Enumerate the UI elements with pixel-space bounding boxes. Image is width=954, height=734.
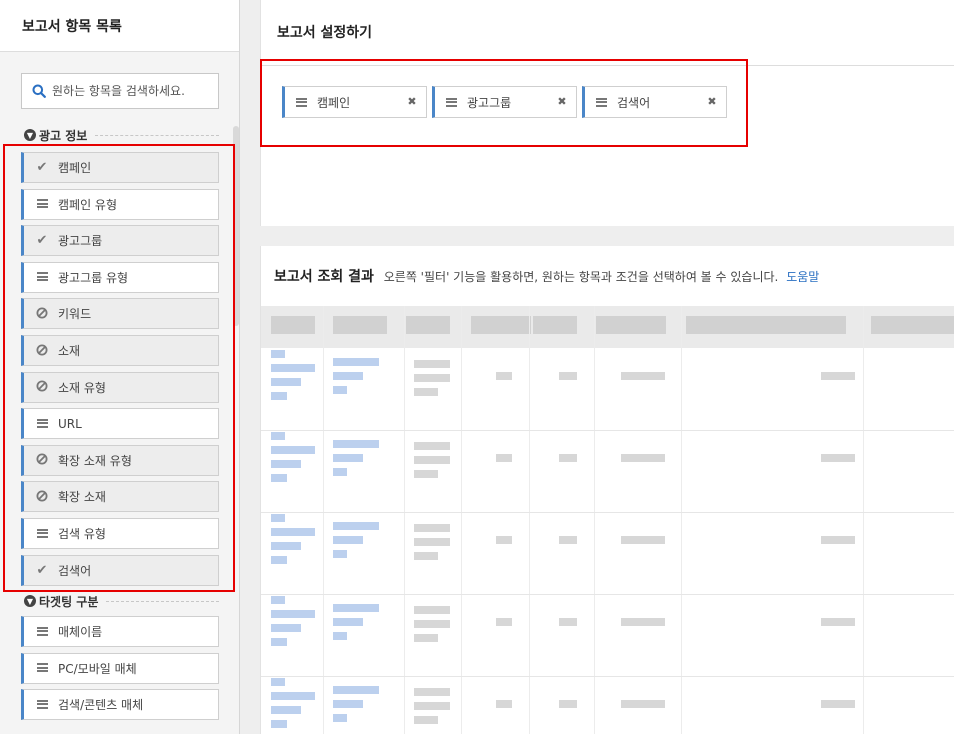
report-item-label: 키워드 [58, 307, 92, 322]
selected-item-chip[interactable]: 검색어 ✖ [582, 86, 727, 118]
selected-item-chip[interactable]: 광고그룹 ✖ [432, 86, 577, 118]
item-search-input[interactable] [52, 84, 212, 98]
report-item-label: 검색/콘텐츠 매체 [58, 698, 144, 713]
report-item-label: 캠페인 유형 [58, 197, 118, 212]
report-item-panel: 보고서 항목 목록 ▼ 광고 정보 ✔ 캠페인캠페인 유형 ✔ 광고그룹광고그룹 유형… [0, 0, 240, 734]
report-item[interactable]: URL [21, 408, 219, 440]
selected-item-chip[interactable]: 캠페인 ✖ [282, 86, 427, 118]
chevron-down-icon: ▼ [24, 129, 36, 141]
report-item[interactable]: 검색/콘텐츠 매체 [21, 689, 219, 721]
report-item[interactable]: 검색 유형 [21, 518, 219, 549]
ban-icon [35, 380, 49, 394]
table-header-blurred [261, 306, 954, 348]
chevron-down-icon: ▼ [24, 595, 36, 607]
remove-icon[interactable]: ✖ [406, 96, 418, 108]
hamburger-icon [35, 418, 49, 430]
drag-handle-icon[interactable] [596, 97, 607, 107]
report-item-label: 검색어 [58, 563, 92, 578]
report-item[interactable]: 매체이름 [21, 616, 219, 647]
report-item-label: PC/모바일 매체 [58, 661, 137, 676]
check-icon: ✔ [36, 233, 48, 249]
selected-item-label: 캠페인 [317, 95, 351, 110]
report-item-label: 소재 [58, 344, 81, 358]
report-item[interactable]: ✔ 광고그룹 [21, 225, 219, 257]
remove-icon[interactable]: ✖ [706, 96, 718, 108]
report-item-label: 광고그룹 [58, 234, 103, 249]
drag-handle-icon[interactable] [296, 97, 307, 107]
report-result-panel: 보고서 조회 결과 오른쪽 '필터' 기능을 활용하면, 원하는 항목과 조건을… [260, 246, 954, 734]
report-item[interactable]: 확장 소재 유형 [21, 444, 219, 476]
hamburger-icon [35, 626, 49, 638]
section-header-targeting[interactable]: ▼ 타겟팅 구분 [24, 593, 219, 609]
report-item[interactable]: ✔ 검색어 [21, 554, 219, 586]
hamburger-icon [35, 528, 49, 540]
report-item[interactable]: PC/모바일 매체 [21, 652, 219, 684]
selected-item-label: 광고그룹 [467, 95, 512, 110]
result-title: 보고서 조회 결과 [274, 269, 374, 285]
section-header-ad-info[interactable]: ▼ 광고 정보 [24, 127, 219, 143]
report-item-label: 광고그룹 유형 [58, 270, 129, 285]
report-item-label: 검색 유형 [58, 527, 106, 541]
report-item[interactable]: 확장 소재 [21, 481, 219, 513]
report-settings-panel: 보고서 설정하기 캠페인 ✖ 광고그룹 ✖ 검색어 ✖ [260, 0, 954, 226]
report-item-label: 매체이름 [58, 625, 103, 639]
hamburger-icon [35, 699, 49, 711]
section-title: 타겟팅 구분 [39, 594, 99, 609]
hamburger-icon [35, 271, 49, 283]
result-header: 보고서 조회 결과 오른쪽 '필터' 기능을 활용하면, 원하는 항목과 조건을… [261, 246, 954, 306]
report-item[interactable]: ✔ 캠페인 [21, 152, 219, 183]
section-title: 광고 정보 [39, 128, 88, 143]
result-table-blurred [261, 306, 954, 734]
report-item[interactable]: 키워드 [21, 298, 219, 330]
report-item-label: 캠페인 [58, 161, 92, 175]
report-item[interactable]: 소재 [21, 335, 219, 366]
report-item-label: 소재 유형 [58, 380, 106, 395]
ban-icon [35, 490, 49, 504]
item-search-box[interactable] [21, 73, 219, 109]
help-link[interactable]: 도움말 [786, 270, 819, 284]
ban-icon [35, 307, 49, 321]
report-item-label: URL [58, 416, 82, 431]
selected-item-label: 검색어 [617, 95, 651, 110]
report-item[interactable]: 캠페인 유형 [21, 188, 219, 220]
ban-icon [35, 344, 49, 358]
ban-icon [35, 453, 49, 467]
report-item-label: 확장 소재 [58, 490, 106, 505]
report-item-panel-title: 보고서 항목 목록 [0, 0, 239, 52]
remove-icon[interactable]: ✖ [556, 96, 568, 108]
search-icon [32, 84, 46, 98]
report-item-label: 확장 소재 유형 [58, 453, 132, 468]
result-description: 오른쪽 '필터' 기능을 활용하면, 원하는 항목과 조건을 선택하여 볼 수 … [383, 270, 779, 284]
report-item[interactable]: 소재 유형 [21, 371, 219, 403]
report-settings-title: 보고서 설정하기 [261, 0, 954, 66]
hamburger-icon [35, 662, 49, 674]
hamburger-icon [35, 198, 49, 210]
check-icon: ✔ [36, 562, 48, 578]
check-icon: ✔ [36, 160, 48, 175]
left-panel-scrollbar[interactable] [233, 126, 239, 326]
drag-handle-icon[interactable] [446, 97, 457, 107]
report-item[interactable]: 광고그룹 유형 [21, 261, 219, 293]
